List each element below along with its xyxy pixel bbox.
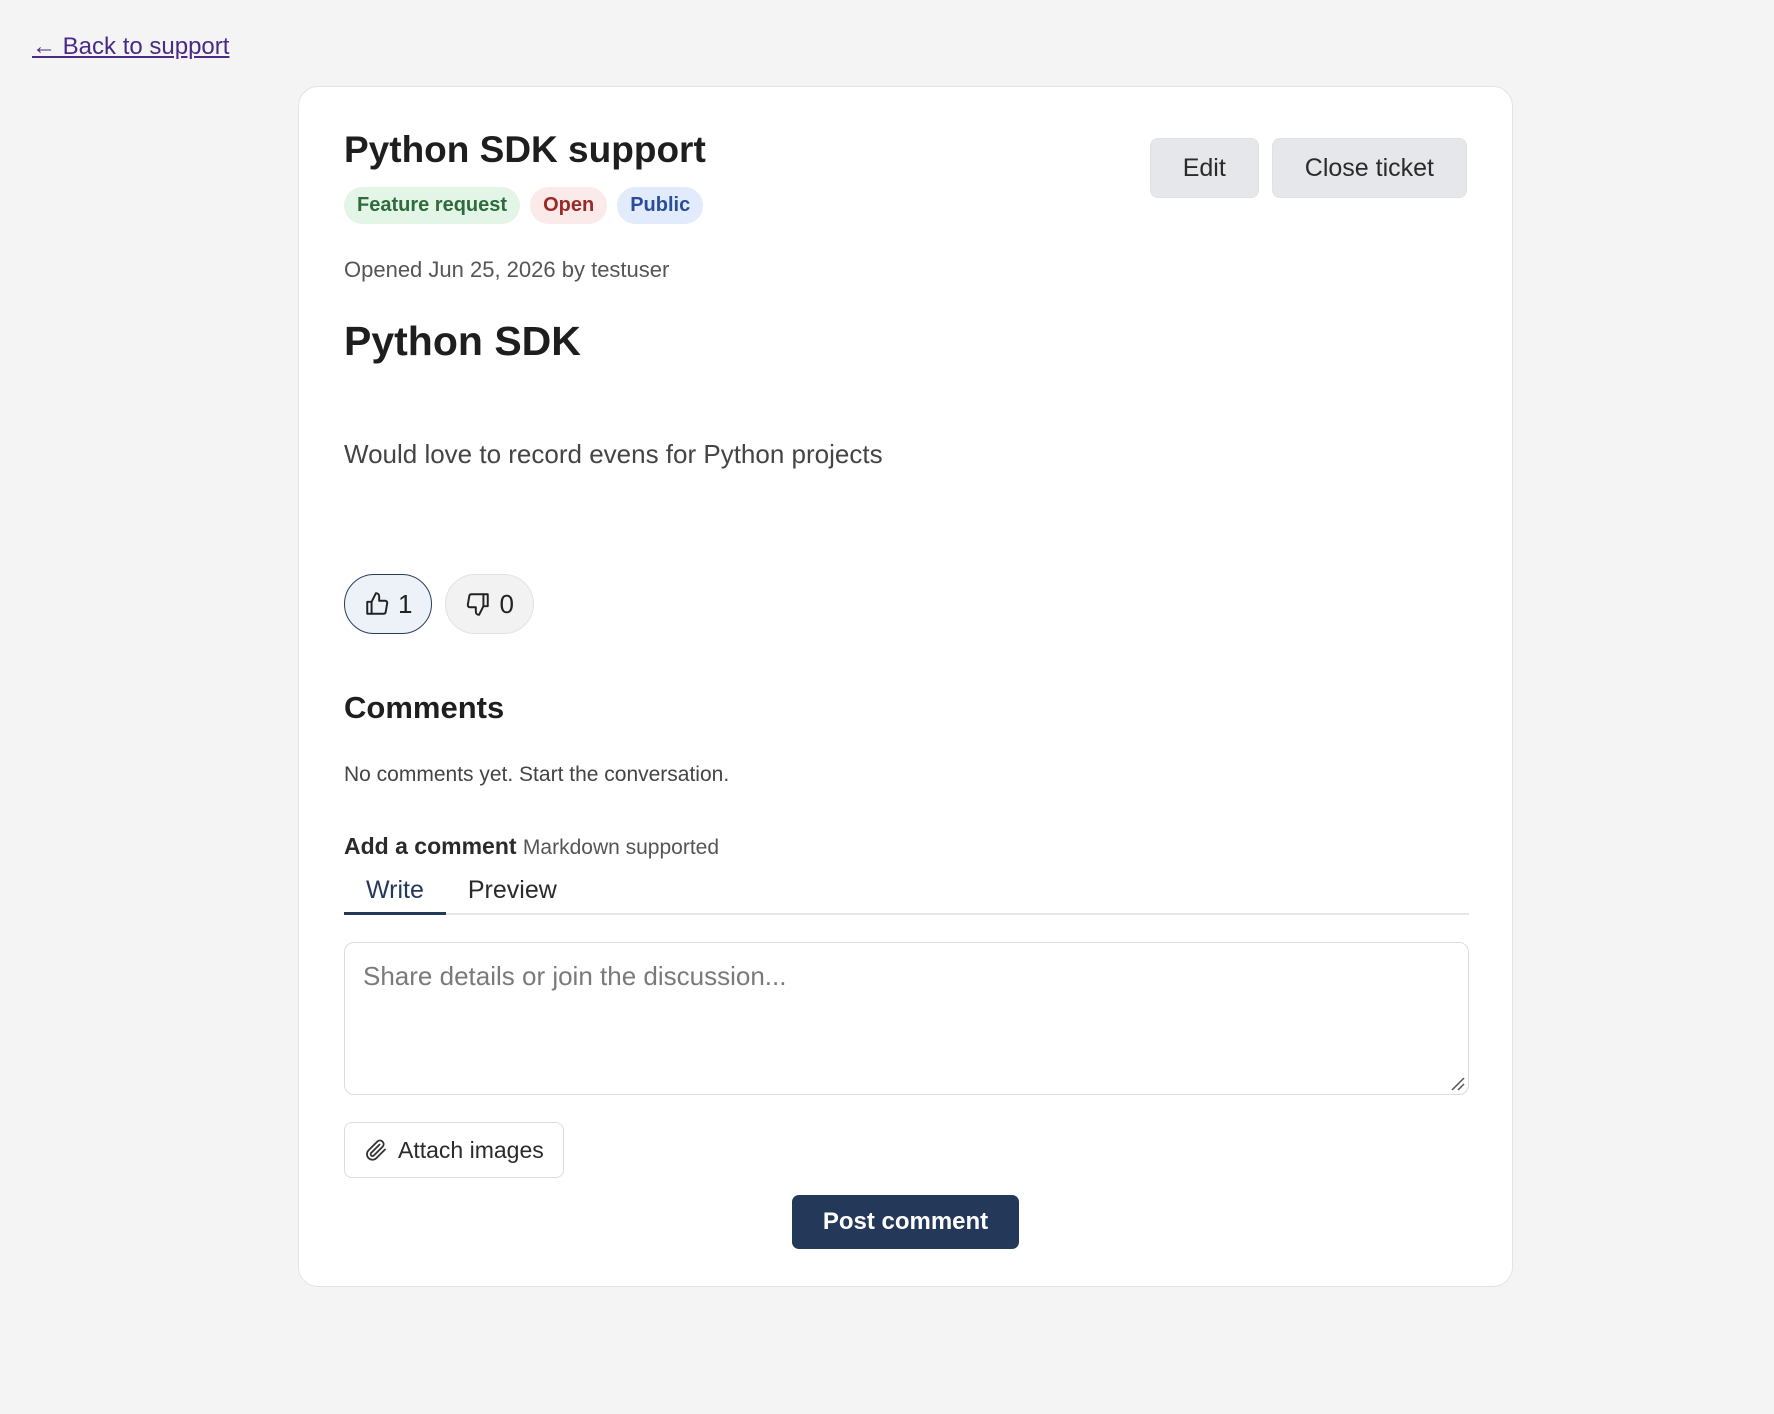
- post-comment-button[interactable]: Post comment: [792, 1195, 1019, 1249]
- attach-images-button[interactable]: Attach images: [344, 1122, 564, 1178]
- ticket-actions: Edit Close ticket: [1149, 138, 1467, 198]
- comment-input[interactable]: [344, 942, 1469, 1095]
- visibility-badge: Public: [617, 187, 704, 224]
- ticket-badges: Feature request Open Public: [344, 187, 704, 224]
- add-comment-title: Add a comment: [344, 833, 517, 859]
- back-to-support-link[interactable]: ← Back to support: [32, 33, 229, 61]
- attach-images-label: Attach images: [398, 1136, 544, 1163]
- comments-heading: Comments: [344, 690, 505, 725]
- resize-handle-icon[interactable]: [1449, 1075, 1465, 1091]
- ticket-body-text: Would love to record evens for Python pr…: [344, 439, 883, 469]
- markdown-hint: Markdown supported: [522, 836, 720, 859]
- tab-write[interactable]: Write: [344, 865, 446, 915]
- downvote-count: 0: [499, 588, 514, 619]
- ticket-meta: Opened Jun 25, 2026 by testuser: [344, 257, 670, 282]
- add-comment-label: Add a comment Markdown supported: [344, 833, 719, 860]
- upvote-button[interactable]: 1: [344, 574, 433, 634]
- downvote-button[interactable]: 0: [445, 574, 534, 634]
- thumbs-down-icon: [467, 593, 490, 616]
- vote-controls: 1 0: [344, 574, 534, 634]
- thumbs-up-icon: [366, 592, 389, 615]
- paperclip-icon: [366, 1139, 386, 1161]
- type-badge: Feature request: [344, 187, 521, 224]
- no-comments-text: No comments yet. Start the conversation.: [344, 763, 730, 786]
- close-ticket-button[interactable]: Close ticket: [1271, 138, 1467, 198]
- ticket-card: Python SDK support Feature request Open …: [298, 86, 1513, 1287]
- status-badge: Open: [530, 187, 608, 224]
- ticket-body-heading: Python SDK: [344, 318, 581, 364]
- edit-button[interactable]: Edit: [1149, 138, 1259, 198]
- upvote-count: 1: [398, 588, 413, 619]
- ticket-title: Python SDK support: [344, 129, 706, 170]
- tab-preview[interactable]: Preview: [446, 865, 579, 915]
- comment-editor-tabs: Write Preview: [344, 865, 1469, 915]
